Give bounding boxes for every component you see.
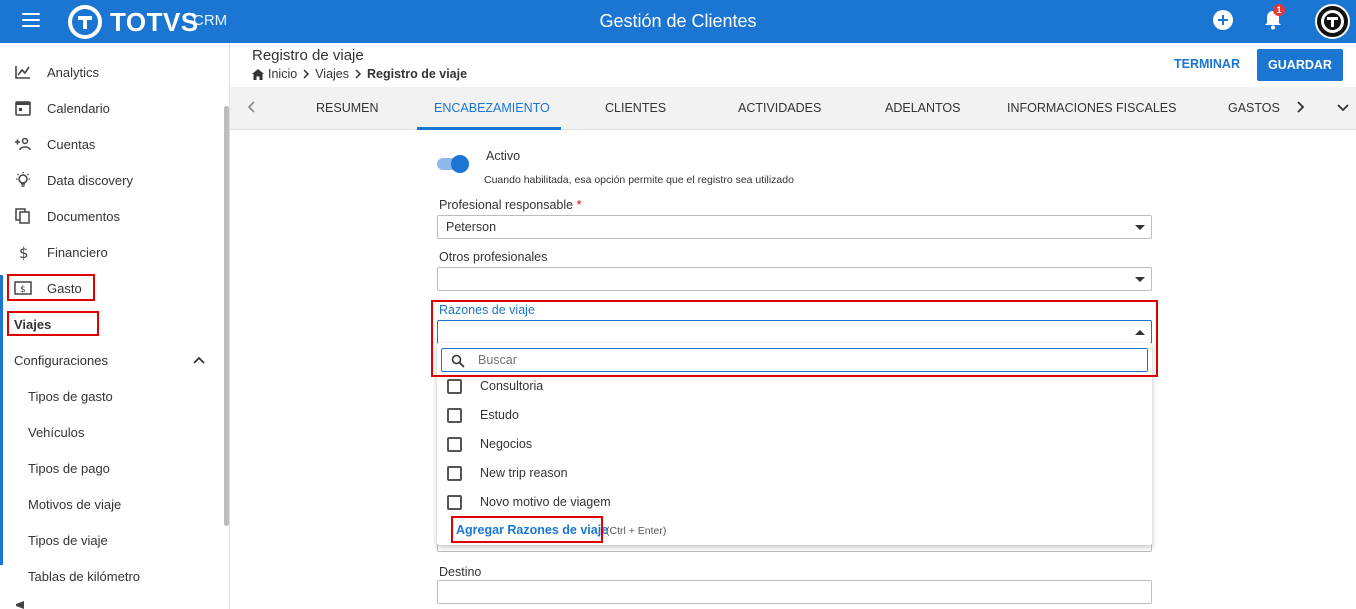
tab-resumen[interactable]: RESUMEN	[316, 101, 379, 115]
tab-encabezamiento[interactable]: ENCABEZAMIENTO	[434, 101, 550, 115]
chevron-left-icon[interactable]	[244, 99, 260, 115]
sidebar-item-analytics[interactable]: Analytics	[0, 54, 222, 90]
breadcrumb-home[interactable]: Inicio	[268, 67, 297, 81]
page-header: Registro de viaje Inicio Viajes Registro…	[230, 43, 1356, 87]
totvs-avatar-icon	[1321, 10, 1344, 33]
breadcrumb-current: Registro de viaje	[367, 67, 468, 81]
option-label: New trip reason	[480, 466, 568, 480]
active-label: Activo	[486, 149, 521, 163]
checkbox[interactable]	[447, 408, 462, 423]
destination-label: Destino	[439, 565, 482, 579]
responsible-label: Profesional responsable *	[439, 198, 581, 212]
toggle-knob	[451, 155, 469, 173]
sidebar-item-label: Analytics	[47, 65, 100, 80]
option-label: Estudo	[480, 408, 519, 422]
trip-form: Activo Cuando habilitada, esa opción per…	[0, 130, 1356, 609]
chart-line-icon	[15, 66, 30, 79]
checkbox[interactable]	[447, 379, 462, 394]
highlight-box-add-reason	[451, 516, 603, 543]
chevron-down-icon[interactable]	[1335, 99, 1351, 115]
option-label: Consultoria	[480, 379, 544, 393]
tab-adelantos[interactable]: ADELANTOS	[885, 101, 961, 115]
required-mark: *	[576, 198, 582, 212]
others-label: Otros profesionales	[439, 250, 548, 264]
add-reason-shortcut-hint: (Ctrl + Enter)	[606, 525, 667, 537]
home-icon	[252, 68, 264, 80]
highlight-box-reasons	[431, 300, 1158, 377]
tab-informaciones-fiscales[interactable]: INFORMACIONES FISCALES	[1007, 101, 1176, 115]
chevron-right-icon[interactable]	[1292, 99, 1308, 115]
responsible-select[interactable]: Peterson	[437, 215, 1152, 239]
breadcrumb: Inicio Viajes Registro de viaje	[252, 67, 467, 81]
add-circle-icon[interactable]	[1212, 9, 1234, 31]
avatar[interactable]	[1315, 4, 1350, 39]
calendar-icon	[15, 101, 31, 116]
active-toggle[interactable]	[437, 155, 469, 173]
app-title: Gestión de Clientes	[599, 11, 757, 31]
tab-gastos[interactable]: GASTOS	[1228, 101, 1280, 115]
option-label: Novo motivo de viagem	[480, 495, 611, 509]
responsible-value: Peterson	[446, 220, 497, 234]
tab-bar: RESUMEN ENCABEZAMIENTO CLIENTES ACTIVIDA…	[230, 87, 1356, 130]
top-bar: TOTVS CRM Gestión de Clientes 1	[0, 0, 1356, 43]
responsible-label-text: Profesional responsable	[439, 198, 574, 212]
tab-actividades[interactable]: ACTIVIDADES	[738, 101, 821, 115]
caret-down-icon	[1135, 225, 1145, 230]
checkbox[interactable]	[447, 466, 462, 481]
sidebar-item-calendario[interactable]: Calendario	[0, 90, 222, 126]
option-label: Negocios	[480, 437, 533, 451]
sidebar-item-label: Calendario	[47, 101, 110, 116]
tab-clientes[interactable]: CLIENTES	[605, 101, 666, 115]
breadcrumb-viajes[interactable]: Viajes	[315, 67, 349, 81]
active-help-text: Cuando habilitada, esa opción permite qu…	[484, 174, 794, 186]
checkbox[interactable]	[447, 495, 462, 510]
chevron-right-icon	[355, 69, 362, 79]
caret-down-icon	[1135, 277, 1145, 282]
notification-badge: 1	[1273, 4, 1285, 16]
page-title: Registro de viaje	[252, 47, 364, 64]
chevron-right-icon	[303, 69, 310, 79]
save-button[interactable]: GUARDAR	[1257, 49, 1343, 81]
destination-input[interactable]	[437, 580, 1152, 604]
others-select[interactable]	[437, 267, 1152, 291]
checkbox[interactable]	[447, 437, 462, 452]
finish-button[interactable]: TERMINAR	[1174, 57, 1240, 71]
